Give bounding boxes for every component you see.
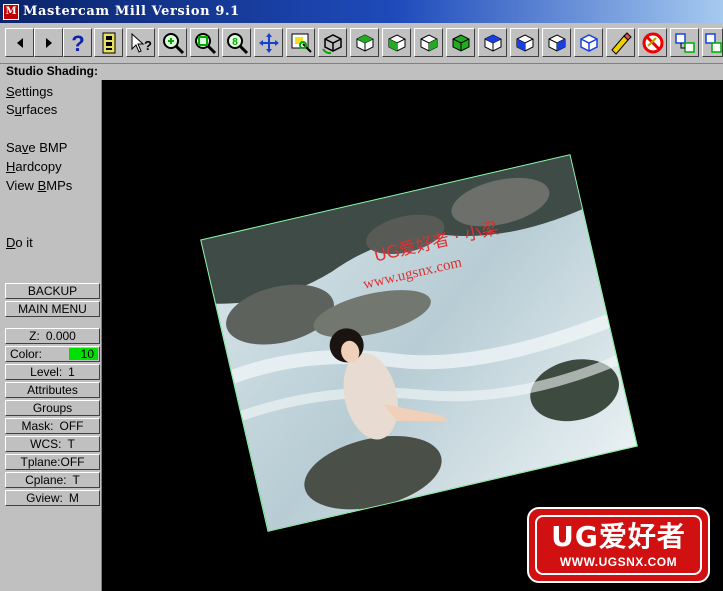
screen-clear-colors-icon[interactable] <box>606 28 635 57</box>
menu-item-label: ardcopy <box>15 159 62 174</box>
cplane-button[interactable]: Cplane: T <box>5 472 100 488</box>
top-view-icon[interactable] <box>350 28 379 57</box>
watermark-title: UG爱好者 <box>551 520 686 553</box>
backup-button[interactable]: BACKUP <box>5 283 100 299</box>
front-view-icon[interactable] <box>382 28 411 57</box>
menu-item-hardcopy[interactable]: Hardcopy <box>6 159 62 174</box>
menu-item-save-bmp[interactable]: Save BMP <box>6 140 67 155</box>
move-entities-icon[interactable] <box>670 28 699 57</box>
menu-item-hotkey: S <box>6 84 15 99</box>
menu-item-surfaces[interactable]: Surfaces <box>6 102 57 117</box>
mastercam-app-icon[interactable]: M <box>3 3 19 20</box>
arrow-right-icon[interactable] <box>34 28 63 57</box>
menu-item-settings[interactable]: Settings <box>6 84 53 99</box>
delete-icon[interactable] <box>638 28 667 57</box>
zoom-in-icon[interactable] <box>158 28 187 57</box>
gview-value: M <box>68 491 79 505</box>
svg-text:8: 8 <box>232 37 238 48</box>
mask-value: OFF <box>59 419 84 433</box>
menu-item-view-bmps[interactable]: View BMPs <box>6 178 72 193</box>
cplane-value: T <box>72 473 80 487</box>
menu-item-label: S <box>6 102 15 117</box>
svg-text:?: ? <box>144 38 152 53</box>
color-swatch: 10 <box>69 348 98 360</box>
color-button[interactable]: Color: 10 <box>5 346 100 362</box>
menu-item-label: Sa <box>6 140 22 155</box>
menu-item-hotkey: B <box>37 178 47 193</box>
cplane-front-icon[interactable] <box>510 28 539 57</box>
help-icon[interactable]: ? <box>63 28 92 57</box>
mask-button[interactable]: Mask: OFF <box>5 418 100 434</box>
menu-item-label: MPs <box>46 178 73 193</box>
level-label: Level: <box>30 365 63 379</box>
watermark-badge: UG爱好者 WWW.UGSNX.COM <box>527 507 710 583</box>
iso-view-icon[interactable] <box>446 28 475 57</box>
tplane-label: Tplane: <box>20 455 61 469</box>
gview-button[interactable]: Gview: M <box>5 490 100 506</box>
photo-scene: UG爱好者 · 小梁 www.ugsnx.com <box>201 154 638 532</box>
menu-item-label: o it <box>15 235 33 250</box>
rotate-view-icon[interactable] <box>318 28 347 57</box>
shaded-image: UG爱好者 · 小梁 www.ugsnx.com <box>200 154 638 532</box>
menu-item-do-it[interactable]: Do it <box>6 235 33 250</box>
svg-text:?: ? <box>71 31 84 55</box>
groups-button[interactable]: Groups <box>5 400 100 416</box>
arrow-left-icon[interactable] <box>5 28 34 57</box>
window-title: Mastercam Mill Version 9.1 <box>23 4 240 19</box>
cplane-label: Cplane: <box>25 473 67 487</box>
cplane-top-icon[interactable] <box>478 28 507 57</box>
color-label: Color: <box>10 347 43 361</box>
level-button[interactable]: Level: 1 <box>5 364 100 380</box>
menu-item-label: View <box>6 178 38 193</box>
zoom-fit-icon[interactable] <box>190 28 219 57</box>
side-view-icon[interactable] <box>414 28 443 57</box>
level-value: 1 <box>68 365 75 379</box>
cplane-3d-icon[interactable] <box>574 28 603 57</box>
zoom-window-icon[interactable] <box>286 28 315 57</box>
wcs-value: T <box>67 437 75 451</box>
toolbar-toggle-icon[interactable] <box>94 28 123 57</box>
main-menu-button[interactable]: MAIN MENU <box>5 301 100 317</box>
analyze-pointer-icon[interactable]: ? <box>126 28 155 57</box>
menu-item-label: ettings <box>14 84 53 99</box>
menu-sidebar: Settings Surfaces Save BMP Hardcopy View… <box>0 80 102 591</box>
tplane-value: OFF <box>60 455 85 469</box>
z-label: Z: <box>29 329 40 343</box>
z-value: 0.000 <box>45 329 76 343</box>
menu-item-hotkey: u <box>14 102 22 117</box>
attributes-button[interactable]: Attributes <box>5 382 100 398</box>
pan-icon[interactable] <box>254 28 283 57</box>
menu-item-label: rfaces <box>21 102 58 117</box>
gview-label: Gview: <box>26 491 63 505</box>
z-depth-button[interactable]: Z: 0.000 <box>5 328 100 344</box>
toolbar: ? ? 8 <box>0 23 723 64</box>
tplane-button[interactable]: Tplane:OFF <box>5 454 100 470</box>
mask-label: Mask: <box>21 419 54 433</box>
cplane-side-icon[interactable] <box>542 28 571 57</box>
watermark-url: WWW.UGSNX.COM <box>559 555 678 569</box>
zoom-half-icon[interactable]: 8 <box>222 28 251 57</box>
menu-item-hotkey: H <box>6 159 16 174</box>
menu-item-hotkey: D <box>6 235 16 250</box>
wcs-label: WCS: <box>30 437 62 451</box>
copy-entities-icon[interactable] <box>702 28 723 57</box>
wcs-button[interactable]: WCS: T <box>5 436 100 452</box>
prompt-line: Studio Shading: <box>0 64 723 80</box>
title-bar: M Mastercam Mill Version 9.1 <box>0 0 723 23</box>
menu-item-label: e BMP <box>28 140 68 155</box>
